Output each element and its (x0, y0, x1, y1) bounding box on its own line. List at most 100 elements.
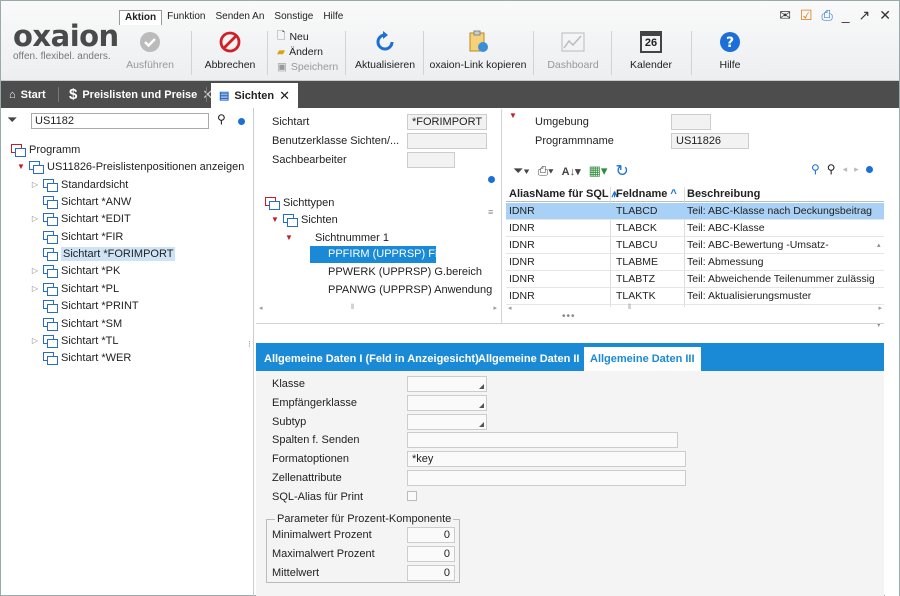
binoculars-icon[interactable]: ⚲ (827, 162, 836, 176)
search-icon[interactable]: ⚲ (811, 162, 820, 176)
table-row[interactable]: IDNR TLABCU Teil: ABC-Bewertung -Umsatz- (506, 237, 884, 254)
options-dot-icon[interactable] (865, 162, 873, 176)
close-tab-icon[interactable]: ✕ (279, 88, 290, 104)
tree-item-sichtart[interactable]: Sichtart *ANW (31, 193, 131, 210)
scroll-right-icon[interactable]: ▸ (878, 304, 882, 312)
binoculars-icon[interactable]: ⚲ (217, 112, 226, 126)
tree-item-sichtart-selected[interactable]: Sichtart *FORIMPORT (31, 245, 176, 262)
subtyp-select[interactable] (407, 414, 487, 430)
empfaengerklasse-select[interactable] (407, 395, 487, 411)
mail-icon[interactable]: ✉ (779, 7, 791, 24)
menu-sonstige[interactable]: Sonstige (269, 10, 318, 25)
export-excel-icon[interactable]: ▦▾ (589, 163, 608, 179)
scroll-thumb[interactable]: ⦀ (351, 304, 354, 312)
print-icon[interactable]: ⎙ (822, 7, 833, 24)
tree-item-sichtart[interactable]: ▷ Sichtart *PL (31, 280, 119, 297)
zellenattribute-input[interactable] (407, 470, 686, 486)
splitter-handle-icon[interactable]: ⁝ (248, 340, 251, 349)
tree-item-sichtart[interactable]: ▷ Sichtart *TL (31, 332, 118, 349)
collapsed-icon[interactable]: ▷ (31, 180, 39, 189)
oxaion-link-button[interactable]: oxaion-Link kopieren (429, 29, 527, 77)
next-icon[interactable]: ▸ (854, 164, 859, 175)
scroll-thumb[interactable]: ⦀ (628, 304, 631, 312)
collapsed-icon[interactable]: ▷ (31, 266, 39, 275)
maximalwert-input[interactable]: 0 (407, 546, 455, 562)
expanded-icon[interactable]: ▼ (17, 162, 25, 171)
expanded-icon[interactable]: ▼ (285, 233, 293, 242)
splitter-handle-icon[interactable]: ≡ (488, 207, 493, 217)
tree-item-sichtnummer[interactable]: ▼ Sichtnummer 1 (285, 229, 389, 246)
minimize-icon[interactable]: _ (842, 7, 850, 24)
tab-start[interactable]: ⌂ Start (1, 81, 54, 108)
formatoptionen-input[interactable]: *key (407, 451, 686, 467)
neu-button[interactable]: 🗋 Neu (277, 29, 338, 44)
options-dot-icon[interactable] (238, 116, 245, 128)
table-row[interactable]: IDNR TLAKTK Teil: Aktualisierungsmuster (506, 288, 884, 305)
column-header-alias[interactable]: AliasName für SQL ⩚ (509, 188, 618, 201)
dashboard-button[interactable]: Dashboard (541, 29, 605, 77)
klasse-select[interactable] (407, 376, 487, 392)
kalender-button[interactable]: 26 Kalender (617, 29, 685, 77)
maximize-icon[interactable]: ↗ (859, 7, 871, 24)
tree-item-sichttypen[interactable]: Sichttypen (265, 194, 334, 211)
scroll-left-icon[interactable]: ◂ (508, 304, 512, 312)
menu-funktion[interactable]: Funktion (162, 10, 210, 25)
search-input[interactable]: US1182 (31, 113, 209, 129)
abbrechen-button[interactable]: Abbrechen (199, 29, 261, 77)
expanded-icon[interactable]: ▼ (271, 215, 279, 224)
menu-senden-an[interactable]: Senden An (210, 10, 269, 25)
menu-aktion[interactable]: Aktion (119, 10, 163, 25)
menu-hilfe[interactable]: Hilfe (318, 10, 348, 25)
collapsed-icon[interactable]: ▷ (31, 284, 39, 293)
tree-item-sichtart[interactable]: Sichtart *FIR (31, 228, 123, 245)
tree-item-sichtart[interactable]: ▷ Sichtart *PK (31, 262, 120, 279)
filter-icon[interactable]: ⏷▾ (513, 163, 530, 179)
tab-allgemeine-daten-1[interactable]: Allgemeine Daten I (Feld in Anzeigesicht… (258, 347, 485, 371)
tab-preislisten[interactable]: $ Preislisten und Preise ✕ (61, 81, 221, 108)
table-row-selected[interactable]: IDNR TLABCD Teil: ABC-Klasse nach Deckun… (506, 203, 884, 220)
ausfuehren-button[interactable]: Ausführen (119, 29, 181, 77)
tree-item-sichtart[interactable]: Sichtart *PRINT (31, 297, 139, 314)
tree-item-program[interactable]: ▼ US11826-Preislistenpositionen anzeigen (17, 158, 244, 175)
table-row[interactable]: IDNR TLABCK Teil: ABC-Klasse (506, 220, 884, 237)
splitter-handle-icon[interactable]: ••• (562, 311, 576, 322)
tree-item-sichtart[interactable]: Sichtart *SM (31, 315, 122, 332)
table-row[interactable]: IDNR TLABME Teil: Abmessung (506, 254, 884, 271)
speichern-button[interactable]: ▣ Speichern (277, 59, 338, 74)
collapsed-icon[interactable]: ▷ (31, 214, 39, 223)
filter-icon[interactable]: ⏷ (7, 112, 17, 128)
grid-vertical-scrollbar[interactable]: ▴ ▾ (877, 206, 881, 366)
tab-allgemeine-daten-3[interactable]: Allgemeine Daten III (584, 347, 701, 371)
horizontal-scrollbar[interactable]: ◂ ⦀ ▸ (259, 304, 497, 314)
tab-sichten[interactable]: ▤ Sichten ✕ (211, 83, 299, 108)
tree-item-programm[interactable]: Programm (11, 141, 80, 158)
print-icon[interactable]: ⎙▾ (538, 163, 554, 179)
hilfe-button[interactable]: ? Hilfe (699, 29, 761, 77)
column-header-beschreibung[interactable]: Beschreibung (687, 188, 760, 200)
spalten-input[interactable] (407, 432, 678, 448)
scroll-left-icon[interactable]: ◂ (259, 304, 263, 312)
tree-item-ppwerk[interactable]: PPWERK (UPPRSP) G.bereich (328, 266, 482, 278)
tree-item-ppfirm-selected[interactable]: PPFIRM (UPPRSP) Firma (310, 246, 456, 263)
close-icon[interactable]: ✕ (879, 7, 891, 24)
column-header-feldname[interactable]: Feldname ^ (616, 188, 677, 200)
minimalwert-input[interactable]: 0 (407, 527, 455, 543)
aendern-button[interactable]: ▰ Ändern (277, 44, 338, 59)
sort-icon[interactable]: A↓▾ (562, 165, 581, 178)
collapse-marker-icon[interactable]: ▼ (509, 111, 517, 120)
tree-item-sichtart[interactable]: ▷ Sichtart *EDIT (31, 210, 131, 227)
refresh-icon[interactable]: ↻ (615, 161, 628, 181)
sql-alias-checkbox[interactable] (407, 491, 417, 501)
mittelwert-input[interactable]: 0 (407, 565, 455, 581)
options-dot-icon[interactable] (488, 174, 495, 186)
tree-item-ppanwg[interactable]: PPANWG (UPPRSP) Anwendung (328, 284, 492, 296)
scroll-right-icon[interactable]: ▸ (493, 304, 497, 312)
tree-item-sichten[interactable]: ▼ Sichten (271, 211, 338, 228)
collapsed-icon[interactable]: ▷ (31, 336, 39, 345)
tree-item-sichtart[interactable]: Sichtart *WER (31, 349, 131, 366)
tree-item-standardsicht[interactable]: ▷ Standardsicht (31, 176, 128, 193)
prev-icon[interactable]: ◂ (843, 164, 848, 175)
aktualisieren-button[interactable]: Aktualisieren (351, 29, 419, 77)
table-row[interactable]: IDNR TLABTZ Teil: Abweichende Teilenumme… (506, 271, 884, 288)
tasks-icon[interactable]: ☑ (800, 7, 813, 24)
